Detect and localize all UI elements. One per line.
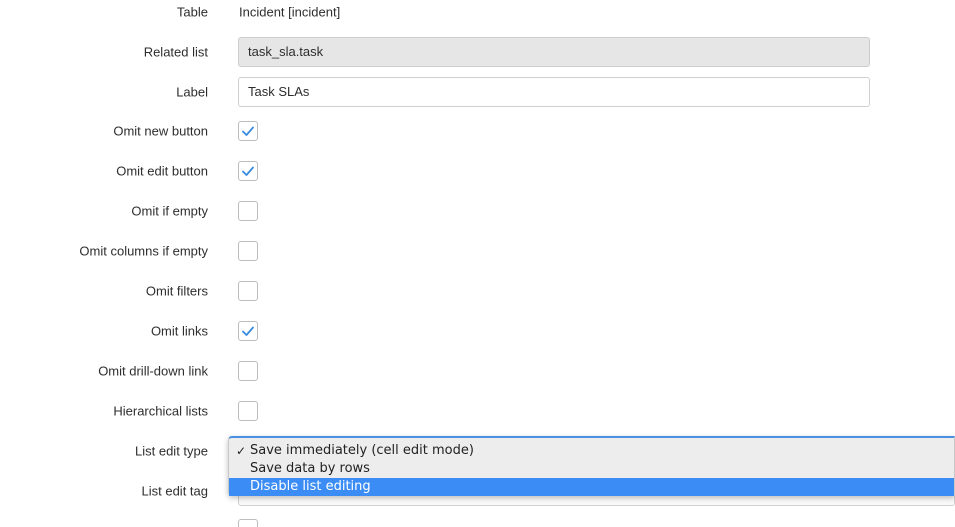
omit-drill-down-link-row: Omit drill-down link	[0, 353, 955, 389]
omit-drill-down-link-checkbox[interactable]	[238, 361, 258, 381]
omit-if-empty-row: Omit if empty	[0, 193, 955, 229]
related-list-row: Related list task_sla.task	[0, 34, 955, 70]
related-list-field: task_sla.task	[238, 37, 870, 67]
omit-links-label: Omit links	[150, 323, 208, 339]
option-save-data-by-rows[interactable]: Save data by rows	[229, 460, 954, 478]
list-edit-type-dropdown[interactable]: ✓ Save immediately (cell edit mode) Save…	[228, 436, 955, 496]
option-disable-list-editing[interactable]: Disable list editing	[229, 478, 954, 496]
related-list-form: Table Incident [incident] Related list t…	[0, 0, 955, 527]
option-label: Disable list editing	[250, 479, 371, 494]
omit-new-button-row: Omit new button	[0, 113, 955, 149]
omit-links-checkbox[interactable]	[238, 321, 258, 341]
list-edit-tag-label: List edit tag	[141, 483, 209, 499]
option-label: Save data by rows	[250, 461, 370, 476]
omit-filters-checkbox[interactable]	[238, 281, 258, 301]
table-value: Incident [incident]	[239, 4, 341, 20]
table-label: Table	[176, 4, 208, 20]
checkmark-icon	[242, 166, 254, 176]
option-save-immediately[interactable]: ✓ Save immediately (cell edit mode)	[229, 442, 954, 460]
omit-edit-button-label: Omit edit button	[116, 163, 208, 179]
option-label: Save immediately (cell edit mode)	[250, 443, 474, 458]
omit-edit-button-row: Omit edit button	[0, 153, 955, 189]
omit-filters-label: Omit filters	[145, 283, 208, 299]
omit-new-button-label: Omit new button	[113, 123, 208, 139]
checkmark-icon	[242, 326, 254, 336]
hierarchical-lists-row: Hierarchical lists	[0, 393, 955, 429]
omit-links-row: Omit links	[0, 313, 955, 349]
omit-filters-row: Omit filters	[0, 273, 955, 309]
table-row: Table Incident [incident]	[0, 0, 955, 30]
checkmark-icon: ✓	[236, 444, 247, 458]
omit-edit-button-checkbox[interactable]	[238, 161, 258, 181]
related-list-label: Related list	[143, 44, 208, 60]
label-field-label: Label	[176, 84, 208, 100]
omit-columns-if-empty-label: Omit columns if empty	[79, 243, 208, 259]
hierarchical-lists-label: Hierarchical lists	[113, 403, 208, 419]
omit-drill-down-link-label: Omit drill-down link	[98, 363, 208, 379]
checkmark-icon	[242, 126, 254, 136]
omit-if-empty-checkbox[interactable]	[238, 201, 258, 221]
label-input[interactable]: Task SLAs	[238, 77, 870, 107]
list-edit-type-label: List edit type	[135, 443, 208, 459]
omit-new-button-checkbox[interactable]	[238, 121, 258, 141]
next-row-checkbox[interactable]	[238, 519, 258, 527]
label-row: Label Task SLAs	[0, 74, 955, 110]
omit-columns-if-empty-checkbox[interactable]	[238, 241, 258, 261]
omit-if-empty-label: Omit if empty	[131, 203, 208, 219]
omit-columns-if-empty-row: Omit columns if empty	[0, 233, 955, 269]
hierarchical-lists-checkbox[interactable]	[238, 401, 258, 421]
